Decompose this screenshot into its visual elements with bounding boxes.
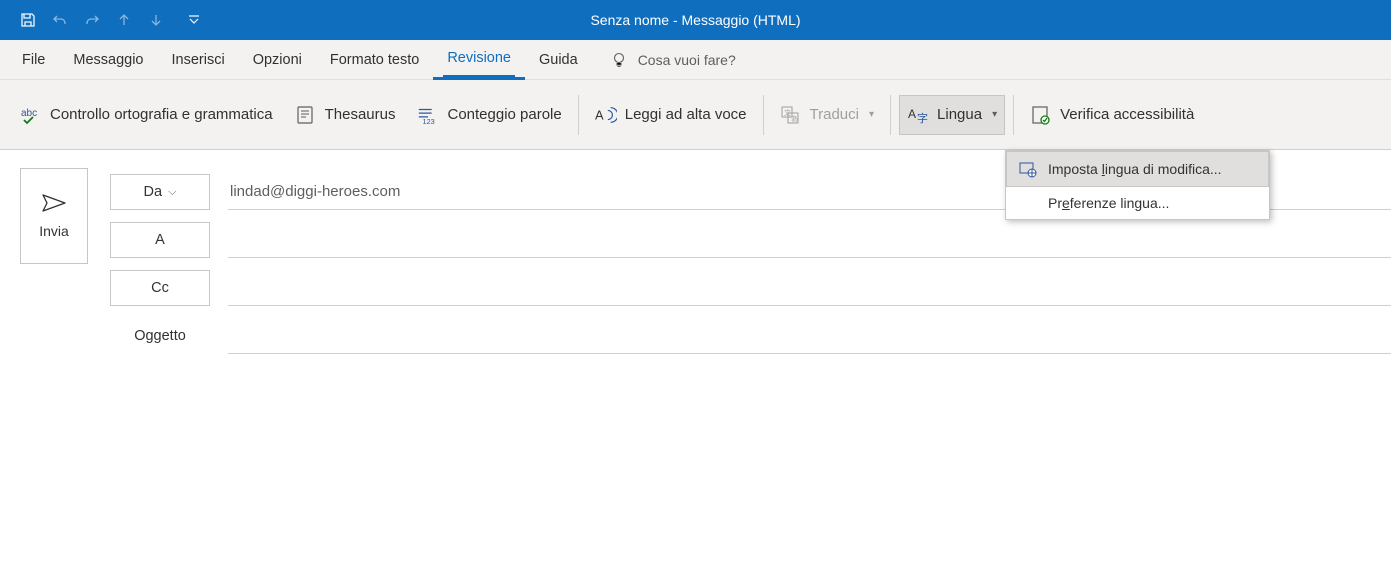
translate-button[interactable]: 文あ Traduci ▾ (772, 95, 883, 135)
thesaurus-label: Thesaurus (325, 106, 396, 123)
to-label: A (155, 232, 165, 248)
accessibility-label: Verifica accessibilità (1060, 106, 1194, 123)
readaloud-button[interactable]: A Leggi ad alta voce (587, 95, 755, 135)
language-preferences-item[interactable]: Preferenze lingua... (1006, 187, 1269, 219)
to-button[interactable]: A (110, 222, 210, 258)
to-row: A (110, 216, 1391, 264)
translate-label: Traduci (810, 106, 859, 123)
wordcount-button[interactable]: 123 Conteggio parole (409, 95, 569, 135)
thesaurus-button[interactable]: Thesaurus (287, 95, 404, 135)
to-field[interactable] (228, 222, 1391, 258)
thesaurus-icon (295, 104, 317, 126)
send-label: Invia (39, 223, 69, 239)
lightbulb-icon (610, 51, 628, 69)
language-button[interactable]: A字 Lingua ▾ (899, 95, 1005, 135)
wordcount-label: Conteggio parole (447, 106, 561, 123)
set-proofing-language-item[interactable]: Imposta lingua di modifica... (1006, 151, 1269, 187)
set-proofing-language-label: Imposta lingua di modifica... (1048, 161, 1222, 177)
spellcheck-icon: abc (20, 104, 42, 126)
language-preferences-label: Preferenze lingua... (1048, 195, 1169, 211)
accessibility-icon (1030, 104, 1052, 126)
menu-messaggio[interactable]: Messaggio (59, 40, 157, 80)
wordcount-icon: 123 (417, 104, 439, 126)
svg-text:字: 字 (917, 111, 928, 125)
accessibility-button[interactable]: Verifica accessibilità (1022, 95, 1202, 135)
svg-text:123: 123 (423, 117, 435, 126)
cc-button[interactable]: Cc (110, 270, 210, 306)
subject-field[interactable] (228, 318, 1391, 354)
svg-text:あ: あ (791, 115, 798, 123)
subject-row: Oggetto (110, 312, 1391, 360)
cc-field[interactable] (228, 270, 1391, 306)
down-arrow-icon[interactable] (142, 6, 170, 34)
svg-text:A: A (595, 107, 604, 122)
send-icon (41, 193, 67, 213)
menu-formato-testo[interactable]: Formato testo (316, 40, 433, 80)
quick-access-toolbar (14, 6, 208, 34)
svg-text:abc: abc (21, 108, 37, 119)
language-label: Lingua (937, 106, 982, 123)
translate-icon: 文あ (780, 104, 802, 126)
readaloud-icon: A (595, 104, 617, 126)
menu-guida[interactable]: Guida (525, 40, 592, 80)
proofing-language-icon (1018, 159, 1038, 179)
svg-text:文: 文 (784, 108, 791, 117)
from-button[interactable]: Da ⌵ (110, 174, 210, 210)
spellcheck-button[interactable]: abc Controllo ortografia e grammatica (12, 95, 281, 135)
window-title: Senza nome - Messaggio (HTML) (590, 12, 800, 28)
customize-qat-icon[interactable] (180, 6, 208, 34)
svg-text:A: A (908, 107, 916, 121)
ribbon-separator (763, 95, 764, 135)
chevron-down-icon: ▾ (869, 109, 874, 120)
cc-row: Cc (110, 264, 1391, 312)
undo-icon[interactable] (46, 6, 74, 34)
ribbon-separator (578, 95, 579, 135)
menu-revisione[interactable]: Revisione (433, 40, 525, 80)
title-bar: Senza nome - Messaggio (HTML) (0, 0, 1391, 40)
save-icon[interactable] (14, 6, 42, 34)
tell-me-placeholder: Cosa vuoi fare? (638, 52, 736, 68)
subject-label: Oggetto (110, 328, 210, 344)
menu-file[interactable]: File (8, 40, 59, 80)
readaloud-label: Leggi ad alta voce (625, 106, 747, 123)
cc-label: Cc (151, 280, 169, 296)
from-label: Da (144, 184, 163, 200)
ribbon-separator (1013, 95, 1014, 135)
send-button[interactable]: Invia (20, 168, 88, 264)
menu-inserisci[interactable]: Inserisci (158, 40, 239, 80)
ribbon: abc Controllo ortografia e grammatica Th… (0, 80, 1391, 150)
spellcheck-label: Controllo ortografia e grammatica (50, 106, 273, 123)
tell-me-search[interactable]: Cosa vuoi fare? (610, 51, 736, 69)
redo-icon[interactable] (78, 6, 106, 34)
chevron-down-icon: ▾ (992, 109, 997, 120)
up-arrow-icon[interactable] (110, 6, 138, 34)
menu-bar: File Messaggio Inserisci Opzioni Formato… (0, 40, 1391, 80)
menu-opzioni[interactable]: Opzioni (239, 40, 316, 80)
chevron-down-icon: ⌵ (168, 186, 176, 199)
language-dropdown: Imposta lingua di modifica... Preferenze… (1005, 150, 1270, 220)
ribbon-separator (890, 95, 891, 135)
language-icon: A字 (907, 104, 929, 126)
